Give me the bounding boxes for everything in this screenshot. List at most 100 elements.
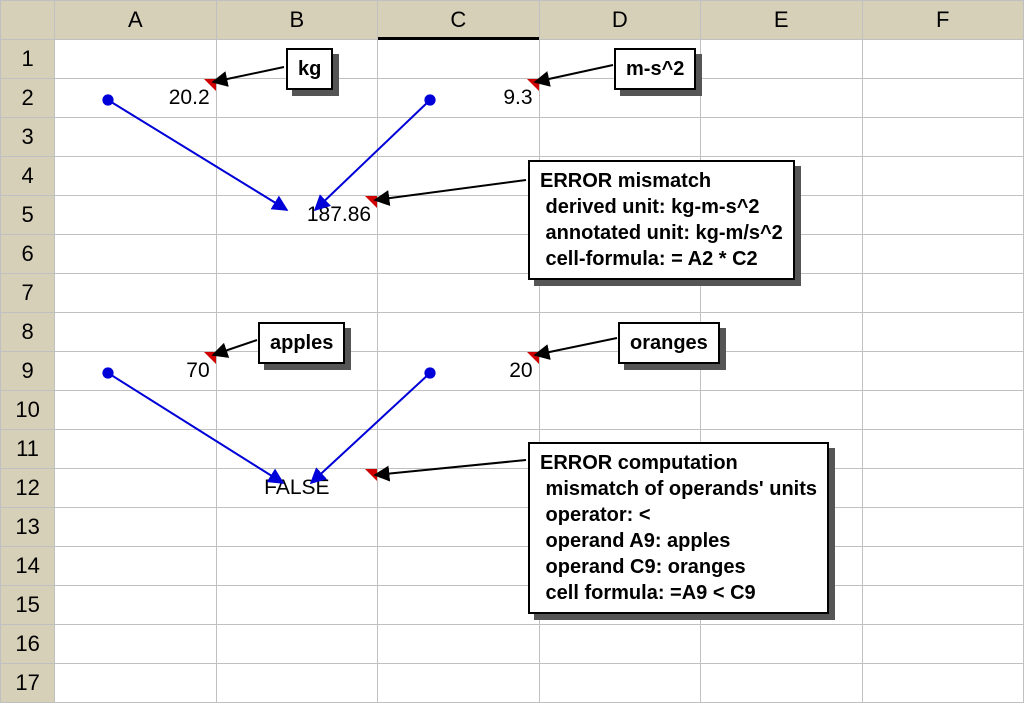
cell-F5[interactable] <box>862 196 1024 235</box>
comment-indicator-icon[interactable] <box>365 469 377 481</box>
row-header-17[interactable]: 17 <box>1 664 55 703</box>
comment-indicator-icon[interactable] <box>204 352 216 364</box>
cell-C3[interactable] <box>378 118 539 157</box>
cell-B6[interactable] <box>216 235 377 274</box>
cell-E16[interactable] <box>701 625 862 664</box>
row-header-11[interactable]: 11 <box>1 430 55 469</box>
cell-C1[interactable] <box>378 40 539 79</box>
cell-B3[interactable] <box>216 118 377 157</box>
row-header-4[interactable]: 4 <box>1 157 55 196</box>
cell-C8[interactable] <box>378 313 539 352</box>
cell-A13[interactable] <box>55 508 216 547</box>
row-header-12[interactable]: 12 <box>1 469 55 508</box>
row-header-15[interactable]: 15 <box>1 586 55 625</box>
cell-B4[interactable] <box>216 157 377 196</box>
cell-E1[interactable] <box>701 40 862 79</box>
cell-F13[interactable] <box>862 508 1024 547</box>
cell-F15[interactable] <box>862 586 1024 625</box>
row-header-14[interactable]: 14 <box>1 547 55 586</box>
cell-E9[interactable] <box>701 352 862 391</box>
cell-B11[interactable] <box>216 430 377 469</box>
row-header-7[interactable]: 7 <box>1 274 55 313</box>
cell-A6[interactable] <box>55 235 216 274</box>
cell-C2[interactable]: 9.3 <box>378 79 539 118</box>
cell-F9[interactable] <box>862 352 1024 391</box>
spreadsheet-grid[interactable]: A B C D E F 1 2 20.2 9.3 3 4 5 187.86 6 … <box>0 0 1024 703</box>
cell-C7[interactable] <box>378 274 539 313</box>
cell-C14[interactable] <box>378 547 539 586</box>
cell-F12[interactable] <box>862 469 1024 508</box>
cell-A1[interactable] <box>55 40 216 79</box>
cell-A2[interactable]: 20.2 <box>55 79 216 118</box>
cell-C16[interactable] <box>378 625 539 664</box>
cell-F3[interactable] <box>862 118 1024 157</box>
cell-B10[interactable] <box>216 391 377 430</box>
cell-D17[interactable] <box>539 664 700 703</box>
col-header-B[interactable]: B <box>216 1 377 40</box>
cell-E8[interactable] <box>701 313 862 352</box>
cell-B15[interactable] <box>216 586 377 625</box>
cell-F17[interactable] <box>862 664 1024 703</box>
cell-A7[interactable] <box>55 274 216 313</box>
row-header-5[interactable]: 5 <box>1 196 55 235</box>
col-header-D[interactable]: D <box>539 1 700 40</box>
comment-indicator-icon[interactable] <box>527 79 539 91</box>
row-header-10[interactable]: 10 <box>1 391 55 430</box>
cell-F7[interactable] <box>862 274 1024 313</box>
cell-F4[interactable] <box>862 157 1024 196</box>
select-all-corner[interactable] <box>1 1 55 40</box>
comment-indicator-icon[interactable] <box>365 196 377 208</box>
cell-C4[interactable] <box>378 157 539 196</box>
col-header-A[interactable]: A <box>55 1 216 40</box>
cell-E10[interactable] <box>701 391 862 430</box>
row-header-9[interactable]: 9 <box>1 352 55 391</box>
comment-indicator-icon[interactable] <box>204 79 216 91</box>
comment-indicator-icon[interactable] <box>527 352 539 364</box>
cell-A14[interactable] <box>55 547 216 586</box>
cell-A9[interactable]: 70 <box>55 352 216 391</box>
cell-A3[interactable] <box>55 118 216 157</box>
col-header-F[interactable]: F <box>862 1 1024 40</box>
row-header-3[interactable]: 3 <box>1 118 55 157</box>
row-header-1[interactable]: 1 <box>1 40 55 79</box>
cell-F11[interactable] <box>862 430 1024 469</box>
cell-B16[interactable] <box>216 625 377 664</box>
cell-F6[interactable] <box>862 235 1024 274</box>
cell-A10[interactable] <box>55 391 216 430</box>
cell-A17[interactable] <box>55 664 216 703</box>
cell-D10[interactable] <box>539 391 700 430</box>
cell-A8[interactable] <box>55 313 216 352</box>
cell-D16[interactable] <box>539 625 700 664</box>
cell-C6[interactable] <box>378 235 539 274</box>
cell-C9[interactable]: 20 <box>378 352 539 391</box>
cell-B17[interactable] <box>216 664 377 703</box>
cell-F10[interactable] <box>862 391 1024 430</box>
cell-C5[interactable] <box>378 196 539 235</box>
cell-E3[interactable] <box>701 118 862 157</box>
cell-C13[interactable] <box>378 508 539 547</box>
cell-F16[interactable] <box>862 625 1024 664</box>
cell-F2[interactable] <box>862 79 1024 118</box>
cell-F14[interactable] <box>862 547 1024 586</box>
cell-E2[interactable] <box>701 79 862 118</box>
col-header-C[interactable]: C <box>378 1 539 40</box>
cell-A16[interactable] <box>55 625 216 664</box>
cell-C15[interactable] <box>378 586 539 625</box>
cell-A11[interactable] <box>55 430 216 469</box>
cell-F8[interactable] <box>862 313 1024 352</box>
cell-B7[interactable] <box>216 274 377 313</box>
cell-C17[interactable] <box>378 664 539 703</box>
cell-B12[interactable]: FALSE <box>216 469 377 508</box>
cell-E17[interactable] <box>701 664 862 703</box>
cell-B5[interactable]: 187.86 <box>216 196 377 235</box>
cell-C12[interactable] <box>378 469 539 508</box>
row-header-8[interactable]: 8 <box>1 313 55 352</box>
row-header-2[interactable]: 2 <box>1 79 55 118</box>
cell-A15[interactable] <box>55 586 216 625</box>
col-header-E[interactable]: E <box>701 1 862 40</box>
cell-A12[interactable] <box>55 469 216 508</box>
cell-B14[interactable] <box>216 547 377 586</box>
cell-A5[interactable] <box>55 196 216 235</box>
cell-C10[interactable] <box>378 391 539 430</box>
cell-A4[interactable] <box>55 157 216 196</box>
